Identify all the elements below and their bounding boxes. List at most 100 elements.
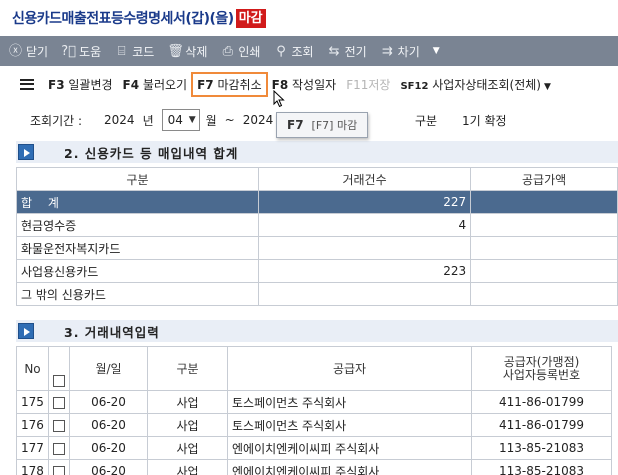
table-row-total[interactable]: 합 계 227 xyxy=(16,190,618,214)
row-amount xyxy=(470,236,618,260)
section-purchase-summary-header: 2. 신용카드 등 매입내역 합계 xyxy=(16,141,618,163)
row-supplier: 토스페이먼츠 주식회사 xyxy=(227,413,472,437)
business-status-lookup-button[interactable]: SF12 사업자상태조회(전체) ▼ xyxy=(400,76,550,93)
row-supplier: 엔에이치엔케이씨피 주식회사 xyxy=(227,459,472,475)
row-kind: 합 계 xyxy=(16,190,259,214)
transactions-table: No 월/일 구분 공급자 공급자(가맹점) 사업자등록번호 175 06-20… xyxy=(16,346,612,475)
month-unit: 월 xyxy=(205,113,217,128)
cancel-closing-button[interactable]: F7 마감취소 xyxy=(191,71,268,97)
row-amount xyxy=(470,190,618,214)
function-key-bar: F3 일괄변경 F4 불러오기 F7 마감취소 F8 작성일자 F11저장 SF… xyxy=(0,66,618,102)
f7-key: F7 xyxy=(197,77,214,92)
help-button[interactable]: ?⃝ 도움 xyxy=(61,43,101,60)
delete-button[interactable]: 🗑 삭제 xyxy=(167,43,207,60)
row-date: 06-20 xyxy=(69,459,148,475)
row-checkbox[interactable] xyxy=(53,442,65,455)
menu-icon[interactable] xyxy=(20,78,34,90)
row-kind: 그 밖의 신용카드 xyxy=(16,282,259,306)
summary-table: 구분 거래건수 공급가액 합 계 227 현금영수증 4 화물운전자복지카드 사… xyxy=(16,167,618,306)
row-date: 06-20 xyxy=(69,436,148,460)
year-to: 2024 xyxy=(242,113,274,127)
row-count xyxy=(257,282,472,306)
search-label: 조회 xyxy=(291,44,314,59)
range-tilde: ~ xyxy=(224,113,235,127)
save-button[interactable]: F11저장 xyxy=(346,76,390,93)
f8-label: 작성일자 xyxy=(292,77,337,92)
table-row[interactable]: 현금영수증 4 xyxy=(16,213,618,237)
search-person-icon: ⚲ xyxy=(276,43,286,59)
table-row[interactable]: 화물운전자복지카드 xyxy=(16,236,618,260)
sf12-key: SF12 xyxy=(400,80,429,92)
next-period-icon: ⇉ xyxy=(381,43,393,59)
row-no: 178 xyxy=(16,459,49,475)
row-kind: 사업용신용카드 xyxy=(16,259,259,283)
row-supplier: 엔에이치엔케이씨피 주식회사 xyxy=(227,436,472,460)
code-button[interactable]: ⌸ 코드 xyxy=(114,43,155,60)
next-period-label: 차기 xyxy=(397,44,420,59)
next-period-button[interactable]: ⇉ 차기 xyxy=(380,43,420,60)
row-checkbox[interactable] xyxy=(53,419,65,432)
section-transactions-header: 3. 거래내역입력 xyxy=(16,320,618,342)
f4-label: 불러오기 xyxy=(142,77,188,92)
row-count: 223 xyxy=(257,259,472,283)
title-bar: 신용카드매출전표등수령명세서(갑)(을) 마감 xyxy=(0,0,618,36)
close-label: 닫기 xyxy=(26,44,49,59)
row-count: 4 xyxy=(257,213,472,237)
section-arrow-icon[interactable] xyxy=(18,144,34,160)
close-button[interactable]: ⓧ 닫기 xyxy=(8,43,48,60)
row-biz-number: 411-86-01799 xyxy=(471,390,612,414)
code-label: 코드 xyxy=(132,44,155,59)
row-date: 06-20 xyxy=(69,390,148,414)
row-count: 227 xyxy=(257,190,472,214)
table-row[interactable]: 178 06-20 사업 엔에이치엔케이씨피 주식회사 113-85-21083 xyxy=(16,459,612,475)
help-label: 도움 xyxy=(79,44,102,59)
row-kind: 사업 xyxy=(147,436,228,460)
row-supplier: 토스페이먼츠 주식회사 xyxy=(227,390,472,414)
biz-header-line2: 사업자등록번호 xyxy=(502,367,581,382)
period-label: 조회기간 : xyxy=(30,113,83,128)
table-row[interactable]: 177 06-20 사업 엔에이치엔케이씨피 주식회사 113-85-21083 xyxy=(16,436,612,460)
column-header-date: 월/일 xyxy=(69,346,148,391)
table-row[interactable]: 175 06-20 사업 토스페이먼츠 주식회사 411-86-01799 xyxy=(16,390,612,414)
f11-label: 저장 xyxy=(368,77,391,92)
prev-period-button[interactable]: ⇆ 전기 xyxy=(327,43,367,60)
row-no: 175 xyxy=(16,390,49,414)
row-kind: 사업 xyxy=(147,459,228,475)
select-all-checkbox[interactable] xyxy=(53,374,65,387)
f11-key: F11 xyxy=(346,77,369,92)
chevron-down-icon: ▼ xyxy=(543,81,551,92)
row-checkbox[interactable] xyxy=(53,465,65,475)
window-title: 신용카드매출전표등수령명세서(갑)(을) xyxy=(12,11,234,27)
printer-icon: ⎙ xyxy=(222,43,234,59)
column-header: 구분 xyxy=(16,167,259,191)
section-title: 3. 거래내역입력 xyxy=(64,324,160,340)
section-arrow-icon[interactable] xyxy=(18,323,34,339)
transfer-icon: ⇆ xyxy=(328,43,340,59)
row-amount xyxy=(470,259,618,283)
print-button[interactable]: ⎙ 인쇄 xyxy=(220,43,261,60)
row-no: 176 xyxy=(16,413,49,437)
table-row[interactable]: 176 06-20 사업 토스페이먼츠 주식회사 411-86-01799 xyxy=(16,413,612,437)
table-row[interactable]: 사업용신용카드 223 xyxy=(16,259,618,283)
year-unit: 년 xyxy=(142,113,154,128)
mouse-cursor-icon xyxy=(273,90,285,108)
batch-change-button[interactable]: F3 일괄변경 xyxy=(48,76,113,93)
trash-icon: 🗑 xyxy=(167,43,184,59)
select-all-cell xyxy=(48,346,70,391)
column-header-no: No xyxy=(16,346,49,391)
month-select[interactable]: 04 ▼ xyxy=(161,109,200,131)
help-circle-icon: ?⃝ xyxy=(61,43,76,59)
row-biz-number: 113-85-21083 xyxy=(471,436,612,460)
chevron-down-icon[interactable]: ▼ xyxy=(433,46,440,56)
tooltip-text: [F7] 마감 xyxy=(311,119,358,132)
search-button[interactable]: ⚲ 조회 xyxy=(273,43,313,60)
row-no: 177 xyxy=(16,436,49,460)
load-button[interactable]: F4 불러오기 xyxy=(123,76,188,93)
table-row[interactable]: 그 밖의 신용카드 xyxy=(16,282,618,306)
row-checkbox[interactable] xyxy=(53,396,65,409)
status-badge: 마감 xyxy=(235,8,266,28)
row-checkbox-cell xyxy=(48,390,70,414)
delete-label: 삭제 xyxy=(185,44,208,59)
f3-label: 일괄변경 xyxy=(68,77,113,92)
main-toolbar: ⓧ 닫기 ?⃝ 도움 ⌸ 코드 🗑 삭제 ⎙ 인쇄 ⚲ 조회 ⇆ 전기 ⇉ 차기… xyxy=(0,36,618,66)
